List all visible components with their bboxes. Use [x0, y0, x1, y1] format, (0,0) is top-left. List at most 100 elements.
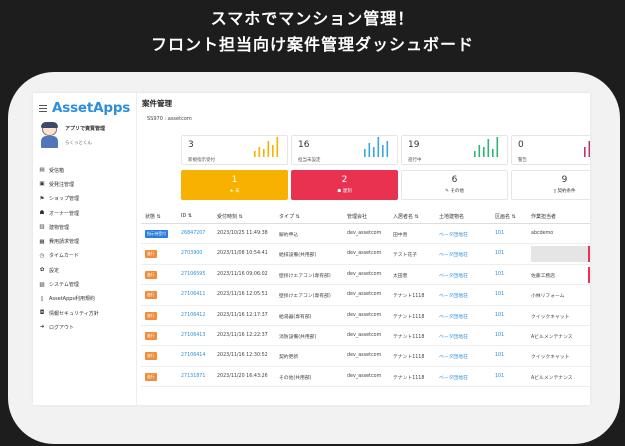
cell-id[interactable]: 27106413: [181, 333, 205, 338]
sidebar-item[interactable]: ◷ タイムカード: [39, 249, 99, 263]
pagination-bar: [147, 402, 347, 405]
cell-unit[interactable]: 101: [495, 374, 504, 379]
table-row[interactable]: 指示待受付 26847207 2023/10/25 11:49:38 解約申込 dev_…: [141, 224, 590, 245]
sparkline-chart: [474, 137, 499, 157]
sidebar-item[interactable]: ▤ 受信箱: [39, 163, 99, 177]
sparkline-bar: [276, 137, 279, 157]
column-header[interactable]: 入居者名 ⇅: [393, 213, 419, 220]
filter-card[interactable]: 2 ☗ 遅刻: [291, 170, 398, 200]
cell-building[interactable]: ベータ団地荘: [439, 374, 468, 381]
sparkline-bar: [487, 139, 490, 157]
table-row[interactable]: 進行 27106412 2023/11/16 12:17:37 給湯器(専有部) dev…: [141, 306, 590, 326]
cell-company: dev_assetcom: [347, 251, 382, 257]
sidebar-item[interactable]: ◘ 情報セキュリティ方針: [39, 306, 99, 320]
cell-worker: 佐藤工務店: [531, 273, 555, 279]
cell-company: dev_assetcom: [347, 271, 382, 277]
cell-unit[interactable]: 101: [495, 353, 504, 358]
stat-card[interactable]: 16 担当未設定: [291, 135, 398, 165]
sidebar-item[interactable]: ⚑ ショップ管理: [39, 192, 99, 206]
table-row[interactable]: 進行 27131871 2023/11/20 16:43:26 その他(共用部) dev…: [141, 367, 590, 388]
sparkline-bar: [368, 143, 371, 157]
cell-unit[interactable]: 101: [495, 333, 504, 338]
logout-icon: ➜: [39, 324, 45, 331]
sidebar-item-label: 費用請求管理: [49, 239, 80, 246]
cell-unit[interactable]: 101: [495, 292, 504, 297]
column-header[interactable]: 土地建物名: [439, 213, 464, 220]
sparkline-bar: [267, 141, 270, 157]
cell-id[interactable]: 27131871: [181, 374, 205, 379]
row-alert-marker: [588, 246, 590, 263]
cell-building[interactable]: ベータ団地荘: [439, 251, 468, 258]
sidebar-item-label: オーナー管理: [49, 210, 80, 217]
column-header[interactable]: 管理会社: [347, 213, 367, 220]
cell-unit[interactable]: 101: [495, 251, 504, 256]
cell-building[interactable]: ベータ団地荘: [439, 292, 468, 299]
cell-unit[interactable]: 101: [495, 231, 504, 236]
cell-worker: クイックキャット: [531, 355, 570, 361]
cell-id[interactable]: 27106411: [181, 292, 205, 297]
sidebar-item[interactable]: ▦ 費用請求管理: [39, 234, 99, 248]
status-badge: 指示待受付: [145, 230, 168, 238]
sidebar-item[interactable]: ➜ ログアウト: [39, 320, 99, 334]
sidebar-item-label: 受信箱: [49, 167, 65, 174]
status-badge: 進行: [145, 311, 157, 320]
column-header[interactable]: タイプ ⇅: [279, 213, 300, 220]
sidebar-item[interactable]: ▧ システム管理: [39, 277, 99, 291]
sidebar-item-label: 受発注管理: [49, 181, 75, 188]
table-row[interactable]: 進行 27106595 2023/11/16 09:06:02 壁掛けエアコン(専有部…: [141, 265, 590, 286]
cell-building[interactable]: ベータ団地荘: [439, 272, 468, 279]
filter-card[interactable]: 6 ✎ その他: [401, 170, 508, 200]
sidebar-item[interactable]: ☗ オーナー管理: [39, 206, 99, 220]
cell-building[interactable]: ベータ団地荘: [439, 353, 468, 360]
cell-worker: 小林リフォーム: [531, 294, 565, 300]
filter-card[interactable]: 9 ▯ 契約条件: [511, 170, 590, 200]
cell-building[interactable]: ベータ団地荘: [439, 313, 468, 320]
cell-tenant: テスト花子: [393, 253, 417, 259]
column-header[interactable]: 受付時刻 ⇅: [217, 213, 243, 220]
cell-company: dev_assetcom: [347, 353, 382, 359]
stat-card[interactable]: 3 新規指示受付: [181, 135, 288, 165]
filter-label: その他: [450, 189, 464, 194]
cell-unit[interactable]: 101: [495, 272, 504, 277]
user-profile[interactable]: アプリで資質管理 らくっとくん: [39, 122, 105, 148]
user-name: アプリで資質管理: [65, 125, 106, 132]
app-logo[interactable]: AssetApps: [52, 100, 130, 116]
owner-icon: ☗: [39, 210, 45, 217]
cell-time: 2023/11/08 10:54:41: [217, 251, 268, 257]
table-row[interactable]: 進行 27106411 2023/11/16 12:05:51 壁掛けエアコン(専有部…: [141, 285, 590, 306]
cell-id[interactable]: 26847207: [181, 231, 205, 236]
stat-value: 0: [518, 140, 524, 150]
cell-id[interactable]: 27106595: [181, 272, 205, 277]
cell-building[interactable]: ベータ団地荘: [439, 333, 468, 340]
stat-value: 16: [298, 140, 310, 150]
cell-building[interactable]: ベータ団地荘: [439, 231, 468, 238]
column-header[interactable]: 区画名 ⇅: [495, 213, 516, 220]
filter-card[interactable]: 1 ★ 未: [181, 170, 288, 200]
sidebar-item[interactable]: ▯ AssetApps利用規約: [39, 292, 99, 306]
cell-time: 2023/11/16 12:17:37: [217, 312, 268, 318]
sidebar: AssetApps アプリで資質管理 らくっとくん ▤ 受信箱 ▣ 受発注管理 ⚑ ショッ…: [33, 93, 137, 405]
table-row[interactable]: 進行 2703900 2023/11/08 10:54:41 給排設備(共用部) dev…: [141, 244, 590, 265]
table-row[interactable]: 進行 27106413 2023/11/16 12:22:37 消防設備(共用部) de…: [141, 326, 590, 347]
sidebar-item[interactable]: ✿ 設定: [39, 263, 99, 277]
sidebar-item[interactable]: ▥ 建物管理: [39, 220, 99, 234]
sidebar-item[interactable]: ▣ 受発注管理: [39, 177, 99, 191]
cell-unit[interactable]: 101: [495, 313, 504, 318]
cell-id[interactable]: 27106412: [181, 313, 205, 318]
cell-id[interactable]: 2703900: [181, 251, 202, 256]
column-header[interactable]: 状態 ⇅: [145, 213, 161, 220]
hamburger-menu-icon[interactable]: [39, 104, 47, 112]
stat-card[interactable]: 0 警告: [511, 135, 590, 165]
promo-headline: スマホでマンション管理！ フロント担当向け案件管理ダッシュボード: [0, 8, 625, 56]
stat-card[interactable]: 19 進行中: [401, 135, 508, 165]
column-header[interactable]: 作業担当者: [531, 213, 556, 220]
headline-line-2: フロント担当向け案件管理ダッシュボード: [150, 35, 474, 54]
cell-type: その他(共用部): [279, 375, 312, 381]
stat-label: 担当未設定: [298, 158, 321, 163]
sparkline-bar: [373, 147, 375, 157]
status-badge: 進行: [145, 270, 157, 279]
column-header[interactable]: ID ⇅: [181, 213, 192, 219]
stat-value: 3: [188, 140, 194, 150]
table-row[interactable]: 進行 27106414 2023/11/16 12:30:52 契約更新 dev_ass…: [141, 346, 590, 367]
cell-id[interactable]: 27106414: [181, 353, 205, 358]
